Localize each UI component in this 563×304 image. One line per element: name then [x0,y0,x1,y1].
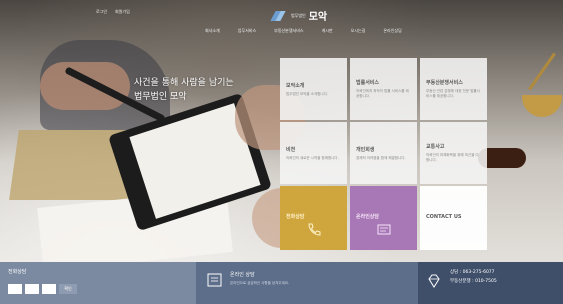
hero-hand-shape [40,62,130,110]
tile-online-consult[interactable]: 온라인상담 [350,186,417,250]
logo-big-text: 모악 [308,12,328,23]
tagline-line-2: 법무법인 모악 [134,92,187,102]
tile-title: 개인회생 [356,146,375,153]
tile-contact-us[interactable]: CONTACT US [420,186,487,250]
tile-traffic[interactable]: 교통사고 의뢰인의 피해회복을 위해 최선을 다합니다. [420,122,487,184]
tile-title: 온라인상담 [356,214,380,220]
site-logo[interactable]: 법무법인 모악 [270,8,328,23]
phone-input-3[interactable] [42,284,56,294]
main-nav: 회사소개 업무서비스 부동산분쟁서비스 게시판 오시는길 온라인상담 [205,28,402,34]
tile-title: 전화상담 [286,214,305,220]
quick-phone-form: 전화상담 확인 [0,262,196,304]
tile-legal-service[interactable]: 법률서비스 의뢰인에게 최적의 법률 서비스를 제공합니다. [350,58,417,120]
tile-realestate[interactable]: 부동산분쟁서비스 부동산 관련 분쟁에 대한 전문 법률서비스를 제공합니다. [420,58,487,120]
util-links: 로그인 회원가입 [96,9,130,15]
nav-item-board[interactable]: 게시판 [322,28,333,34]
tile-title: 교통사고 [426,144,445,150]
online-consult-desc: 온라인으로 궁금하신 사항을 남겨주세요. [230,281,290,285]
contact-lines: 상담 : 063-275-6077 부동산분쟁 : 010-7505 [450,269,497,297]
chat-form-icon [376,222,392,238]
contact-numbers: 상담 : 063-275-6077 부동산분쟁 : 010-7505 [418,262,563,304]
tile-rehabilitation[interactable]: 개인회생 경제적 어려움을 함께 해결합니다. [350,122,417,184]
logo-mark-icon [270,10,288,21]
hero-scale-pan-shape [522,95,562,117]
nav-item-realestate[interactable]: 부동산분쟁서비스 [274,28,303,34]
phone-input-2[interactable] [25,284,39,294]
login-link[interactable]: 로그인 [96,9,107,15]
tile-desc: 법무법인 모악을 소개합니다. [286,91,328,96]
phone-icon [306,222,322,238]
nav-item-services[interactable]: 업무서비스 [238,28,256,34]
tagline-line-1: 사건을 통해 사람을 남기는 [134,78,234,88]
tile-desc: 의뢰인의 새로운 시작을 함께합니다. [286,155,339,160]
online-consult-title: 온라인 상담 [230,272,255,278]
tile-desc: 의뢰인의 피해회복을 위해 최선을 다합니다. [426,153,479,162]
tile-title: 부동산분쟁서비스 [426,80,463,86]
bottom-bar: 전화상담 확인 온라인 상담 온라인으로 궁금하신 사항을 남겨주세요. 상담 … [0,262,563,304]
tile-title: 모악소개 [286,82,305,89]
diamond-icon [428,274,440,288]
tile-title: 법률서비스 [356,80,380,86]
nav-item-directions[interactable]: 오시는길 [351,28,366,34]
hero-tagline: 사건을 통해 사람을 남기는 법무법인 모악 [134,76,234,104]
nav-item-online[interactable]: 온라인상담 [383,28,401,34]
signup-link[interactable]: 회원가입 [115,9,130,15]
tile-desc: 경제적 어려움을 함께 해결합니다. [356,155,406,160]
logo-small-text: 법무법인 [291,12,306,18]
tile-about[interactable]: 모악소개 법무법인 모악을 소개합니다. [280,58,347,120]
phone-line-1: 상담 : 063-275-6077 [450,270,495,275]
consult-document-icon [207,273,222,287]
tile-vision[interactable]: 비전 의뢰인의 새로운 시작을 함께합니다. [280,122,347,184]
confirm-button[interactable]: 확인 [59,284,77,294]
tile-desc: 부동산 관련 분쟁에 대한 전문 법률서비스를 제공합니다. [426,89,480,98]
tile-desc: 의뢰인에게 최적의 법률 서비스를 제공합니다. [356,89,409,98]
tile-title: CONTACT US [426,213,462,220]
page: 로그인 회원가입 법무법인 모악 회사소개 업무서비스 부동산분쟁서비스 게시판… [0,0,563,304]
tile-phone-consult[interactable]: 전화상담 [280,186,347,250]
nav-item-about[interactable]: 회사소개 [205,28,220,34]
online-consult-banner[interactable]: 온라인 상담 온라인으로 궁금하신 사항을 남겨주세요. [196,262,418,304]
hero-scale-shape [528,52,556,91]
quick-form-title: 전화상담 [8,269,27,275]
phone-inputs: 확인 [8,284,77,294]
online-consult-text: 온라인 상담 온라인으로 궁금하신 사항을 남겨주세요. [230,271,289,295]
phone-input-1[interactable] [8,284,22,294]
tile-title: 비전 [286,146,296,153]
phone-line-2: 부동산분쟁 : 010-7505 [450,279,497,284]
